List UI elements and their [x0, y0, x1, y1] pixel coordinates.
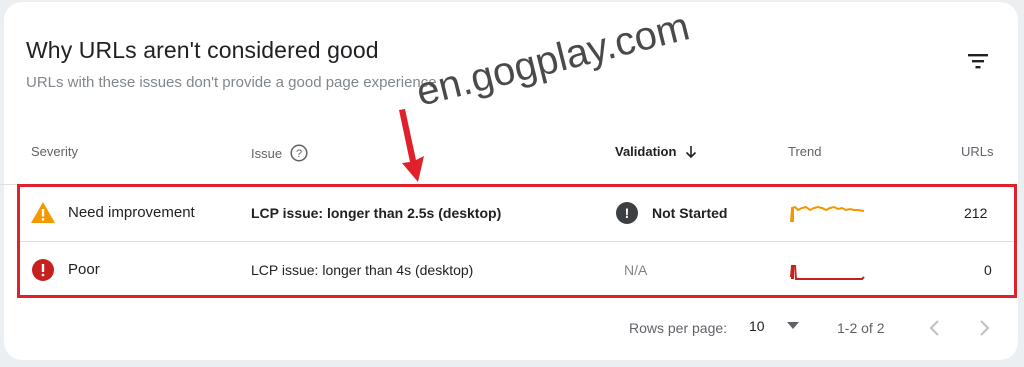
warning-triangle-icon	[30, 200, 56, 226]
previous-page-button[interactable]	[926, 318, 944, 341]
urls-count: 212	[964, 204, 988, 221]
column-header-severity[interactable]: Severity	[31, 144, 78, 159]
next-page-button[interactable]	[975, 318, 993, 341]
svg-text:?: ?	[296, 148, 302, 160]
filter-icon	[968, 54, 988, 69]
error-circle-icon	[30, 257, 56, 283]
trend-cell	[790, 241, 866, 298]
trend-sparkline	[790, 264, 865, 280]
issue-cell[interactable]: LCP issue: longer than 2.5s (desktop)	[251, 184, 501, 241]
table-row[interactable]: Poor LCP issue: longer than 4s (desktop)…	[18, 241, 1018, 298]
rows-per-page-label: Rows per page:	[629, 320, 728, 336]
help-icon[interactable]: ?	[290, 144, 308, 162]
filter-button[interactable]	[960, 46, 996, 76]
validation-status: N/A	[624, 261, 648, 278]
rows-per-page-value: 10	[749, 318, 765, 334]
dropdown-arrow-icon	[786, 322, 799, 329]
pagination-range: 1-2 of 2	[837, 320, 885, 336]
trend-cell	[790, 184, 866, 241]
severity-label: Poor	[68, 261, 100, 278]
arrow-down-icon	[686, 145, 697, 158]
validation-status: Not Started	[652, 204, 728, 221]
card-subtitle: URLs with these issues don't provide a g…	[26, 74, 437, 91]
trend-sparkline	[790, 205, 865, 222]
validation-cell: ! Not Started	[616, 184, 727, 241]
column-header-issue[interactable]: Issue ?	[251, 144, 308, 162]
column-header-validation[interactable]: Validation	[615, 144, 698, 159]
chevron-right-icon	[980, 320, 990, 336]
exclamation-circle-icon: !	[616, 201, 638, 224]
rows-per-page-select[interactable]: 10	[749, 318, 799, 334]
column-header-trend: Trend	[788, 144, 822, 159]
severity-cell: Poor	[30, 241, 100, 298]
column-header-urls[interactable]: URLs	[961, 144, 994, 159]
table-row[interactable]: Need improvement LCP issue: longer than …	[18, 184, 1018, 242]
table-header: Severity Issue ? Validation Trend URLs	[0, 140, 1024, 166]
severity-label: Need improvement	[68, 204, 195, 221]
chevron-left-icon	[929, 320, 939, 336]
issue-cell[interactable]: LCP issue: longer than 4s (desktop)	[251, 241, 473, 298]
card-title: Why URLs aren't considered good	[26, 37, 379, 63]
row-divider	[0, 184, 17, 185]
severity-cell: Need improvement	[30, 184, 195, 241]
urls-count: 0	[984, 261, 992, 278]
